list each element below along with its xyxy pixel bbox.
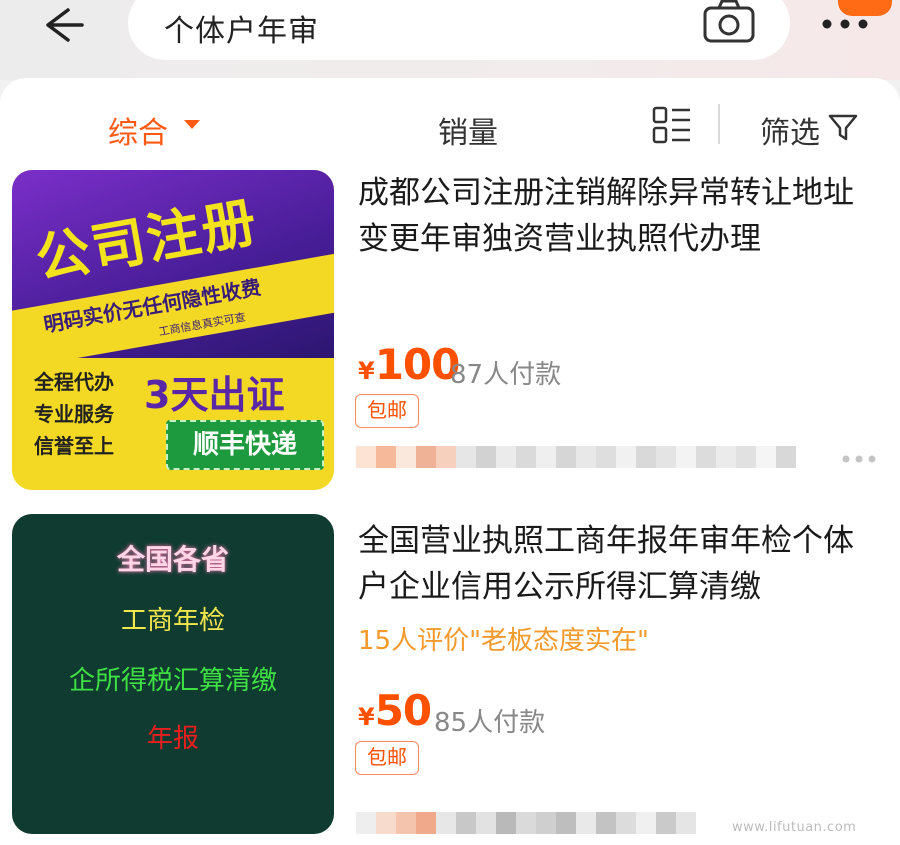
image-line: 年报 [146, 724, 199, 754]
results-panel: 综合 销量 筛选 公司注册 明码实价无任何隐性收费 工商信息真实可查 全程代办 … [0, 78, 900, 845]
sort-comprehensive[interactable]: 综合 [108, 108, 168, 152]
image-line: 企所得税汇算清缴 [68, 666, 277, 696]
filter-icon[interactable] [828, 112, 858, 142]
product-price: ¥100 [358, 340, 461, 389]
search-box[interactable]: 个体户年审 [128, 0, 790, 60]
image-badge: 3天出证 [144, 373, 285, 417]
free-shipping-tag: 包邮 [355, 741, 419, 775]
caret-down-icon[interactable] [184, 120, 200, 129]
image-line: 全程代办 [34, 370, 114, 394]
price-value: 100 [374, 340, 461, 389]
currency-symbol: ¥ [358, 357, 375, 385]
top-bar: 个体户年审 [0, 0, 900, 80]
image-line: 全国各省 [116, 543, 229, 576]
sort-sales[interactable]: 销量 [438, 108, 498, 152]
list-view-icon[interactable] [652, 106, 692, 144]
product-title[interactable]: 全国营业执照工商年报年审年检个体户企业信用公示所得汇算清缴 [358, 518, 878, 610]
product-image[interactable]: 公司注册 明码实价无任何隐性收费 工商信息真实可查 全程代办 专业服务 信誉至上… [12, 170, 334, 490]
product-image[interactable]: 全国各省 工商年检 企所得税汇算清缴 年报 [12, 514, 334, 834]
paid-count: 87人付款 [450, 360, 562, 390]
product-price: ¥50 [358, 686, 432, 735]
watermark: www.lifutuan.com [732, 820, 857, 835]
image-line: 工商年检 [120, 606, 225, 636]
image-left-lines: 全程代办 专业服务 信誉至上 [34, 366, 114, 462]
product-title[interactable]: 成都公司注册注销解除异常转让地址变更年审独资营业执照代办理 [358, 170, 878, 262]
blurred-shop-row [356, 442, 796, 472]
camera-icon[interactable] [702, 0, 756, 44]
back-arrow-icon[interactable] [38, 2, 88, 48]
free-shipping-tag: 包邮 [355, 394, 419, 428]
search-query[interactable]: 个体户年审 [164, 6, 319, 50]
more-icon[interactable] [822, 18, 868, 30]
blurred-shop-row [356, 808, 696, 838]
review-summary[interactable]: 15人评价"老板态度实在" [358, 620, 649, 657]
divider [718, 104, 720, 144]
more-options-icon[interactable] [842, 454, 876, 464]
image-delivery: 顺丰快递 [166, 420, 324, 470]
image-line: 专业服务 [34, 402, 114, 426]
price-value: 50 [374, 686, 432, 735]
paid-count: 85人付款 [434, 708, 546, 738]
currency-symbol: ¥ [358, 703, 375, 731]
filter-button[interactable]: 筛选 [760, 108, 820, 152]
image-line: 信誉至上 [34, 434, 114, 458]
notification-badge [838, 0, 892, 16]
sort-bar: 综合 销量 筛选 [0, 78, 900, 170]
